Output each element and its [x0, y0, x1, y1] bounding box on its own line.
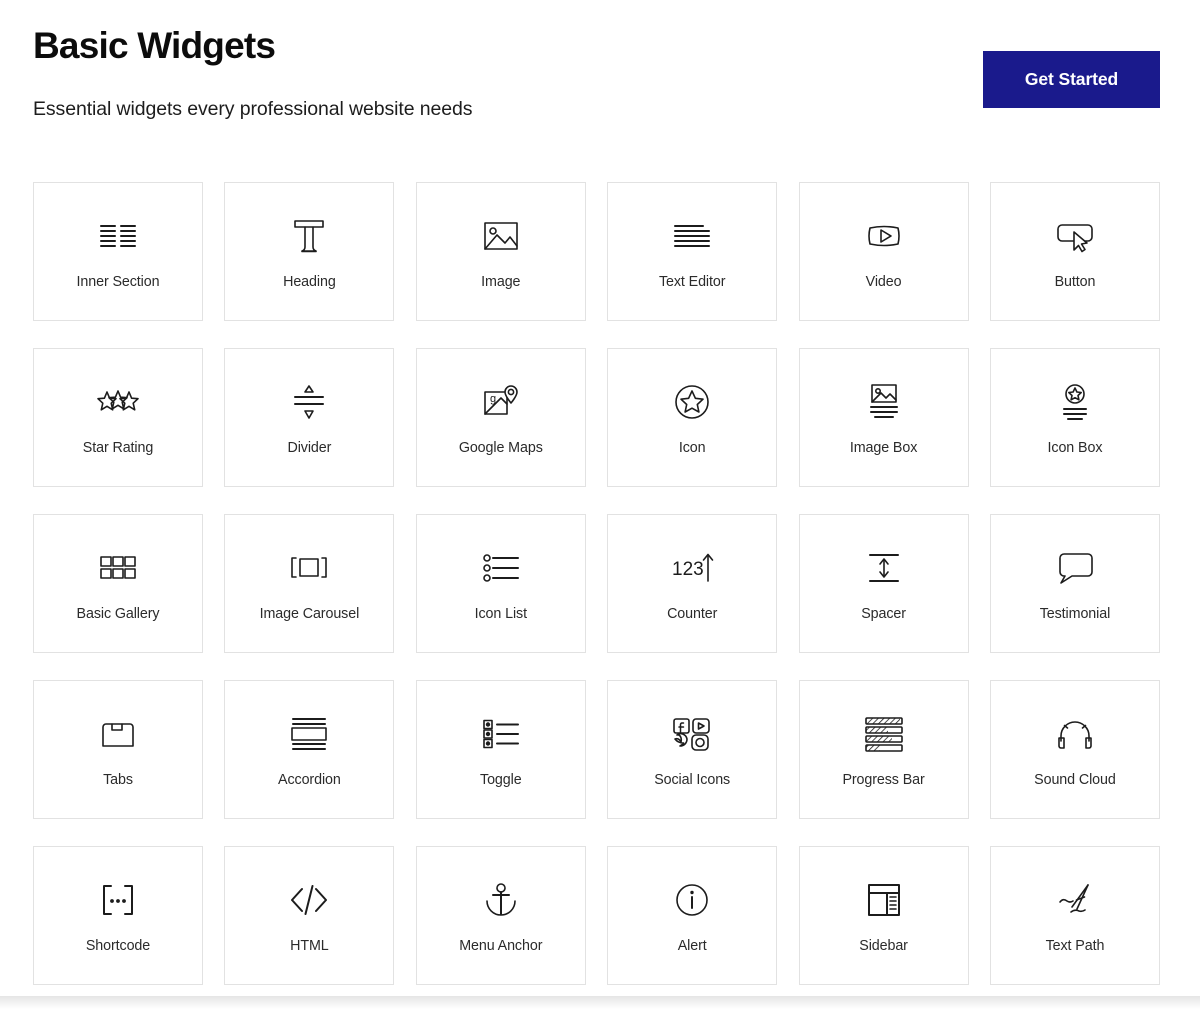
widget-card-sound-cloud[interactable]: Sound Cloud: [989, 680, 1160, 819]
accordion-icon: [288, 711, 330, 757]
widget-label: Shortcode: [85, 938, 151, 955]
widget-card-divider[interactable]: Divider: [224, 348, 395, 487]
widget-card-heading[interactable]: Heading: [224, 182, 395, 321]
tabs-folder-icon: [98, 711, 138, 757]
page-header: Basic Widgets Essential widgets every pr…: [0, 0, 1200, 160]
widget-card-google-maps[interactable]: g Google Maps: [415, 348, 586, 487]
widget-label: Icon Box: [1047, 440, 1103, 457]
widget-card-image-carousel[interactable]: Image Carousel: [224, 514, 395, 653]
widget-label: Alert: [677, 938, 707, 955]
widget-label: Counter: [667, 606, 718, 623]
bottom-shadow: [0, 996, 1200, 1020]
widget-label: Basic Gallery: [76, 606, 160, 623]
anchor-icon: [482, 877, 520, 923]
widget-card-menu-anchor[interactable]: Menu Anchor: [415, 846, 586, 985]
text-path-icon: [1055, 877, 1095, 923]
toggle-list-icon: [480, 711, 522, 757]
widget-label: Icon List: [474, 606, 527, 623]
widget-card-spacer[interactable]: Spacer: [798, 514, 969, 653]
widget-card-image-box[interactable]: Image Box: [798, 348, 969, 487]
widget-label: Image Box: [849, 440, 918, 457]
heading-t-icon: [291, 213, 327, 259]
widget-card-html[interactable]: HTML: [224, 846, 395, 985]
widget-label: Google Maps: [458, 440, 543, 457]
widget-label: HTML: [290, 938, 329, 955]
widget-label: Social Icons: [654, 772, 731, 789]
widget-card-icon[interactable]: Icon: [607, 348, 778, 487]
widget-label: Text Editor: [658, 274, 726, 291]
star-circle-icon: [673, 379, 711, 425]
widget-card-social-icons[interactable]: Social Icons: [607, 680, 778, 819]
widget-label: Spacer: [861, 606, 906, 623]
video-play-icon: [864, 213, 904, 259]
widget-label: Image: [481, 274, 521, 291]
shortcode-brackets-icon: [97, 877, 139, 923]
widget-label: Menu Anchor: [459, 938, 543, 955]
widget-label: Divider: [287, 440, 332, 457]
widget-card-tabs[interactable]: Tabs: [33, 680, 203, 819]
widget-label: Heading: [283, 274, 336, 291]
widget-label: Tabs: [103, 772, 133, 789]
widget-label: Accordion: [278, 772, 341, 789]
widgets-page: Basic Widgets Essential widgets every pr…: [0, 0, 1200, 1020]
code-slash-icon: [288, 877, 330, 923]
widget-card-shortcode[interactable]: Shortcode: [33, 846, 203, 985]
svg-text:123: 123: [672, 559, 704, 580]
widget-card-icon-list[interactable]: Icon List: [415, 514, 586, 653]
counter-123-icon: 123: [670, 545, 714, 591]
widget-card-alert[interactable]: Alert: [607, 846, 778, 985]
widget-label: Toggle: [480, 772, 522, 789]
widget-card-icon-box[interactable]: Icon Box: [989, 348, 1160, 487]
image-box-icon: [864, 379, 904, 425]
progress-bar-icon: [863, 711, 905, 757]
widget-label: Testimonial: [1039, 606, 1111, 623]
widget-card-star-rating[interactable]: Star Rating: [33, 348, 203, 487]
text-lines-icon: [671, 213, 713, 259]
image-picture-icon: [481, 213, 521, 259]
headphones-icon: [1055, 711, 1095, 757]
widget-card-accordion[interactable]: Accordion: [224, 680, 395, 819]
widget-card-text-path[interactable]: Text Path: [989, 846, 1160, 985]
widget-card-button[interactable]: Button: [989, 182, 1160, 321]
widget-card-counter[interactable]: 123 Counter: [607, 514, 778, 653]
widget-card-toggle[interactable]: Toggle: [415, 680, 586, 819]
widget-label: Star Rating: [82, 440, 154, 457]
widget-label: Button: [1054, 274, 1096, 291]
widget-card-testimonial[interactable]: Testimonial: [989, 514, 1160, 653]
carousel-icon: [287, 545, 331, 591]
widget-label: Progress Bar: [842, 772, 925, 789]
svg-text:g: g: [490, 393, 496, 405]
get-started-button[interactable]: Get Started: [983, 51, 1160, 108]
widget-card-inner-section[interactable]: Inner Section: [33, 182, 203, 321]
widget-card-sidebar[interactable]: Sidebar: [798, 846, 969, 985]
social-icons-icon: [671, 711, 713, 757]
grid-squares-icon: [98, 545, 138, 591]
sidebar-layout-icon: [865, 877, 903, 923]
widget-label: Image Carousel: [259, 606, 360, 623]
three-stars-icon: [96, 379, 140, 425]
spacer-arrows-icon: [864, 545, 904, 591]
widget-card-image[interactable]: Image: [415, 182, 586, 321]
map-pin-icon: g: [481, 379, 521, 425]
widget-card-text-editor[interactable]: Text Editor: [607, 182, 778, 321]
icon-list-icon: [480, 545, 522, 591]
icon-box-icon: [1055, 379, 1095, 425]
button-cursor-icon: [1054, 213, 1096, 259]
widget-grid: Inner Section Heading Image Text Editor …: [33, 182, 1160, 985]
widget-label: Inner Section: [76, 274, 160, 291]
inner-section-icon: [98, 213, 138, 259]
widget-label: Sidebar: [859, 938, 908, 955]
info-circle-icon: [673, 877, 711, 923]
divider-arrows-icon: [289, 379, 329, 425]
widget-card-basic-gallery[interactable]: Basic Gallery: [33, 514, 203, 653]
widget-label: Icon: [678, 440, 706, 457]
widget-label: Video: [865, 274, 902, 291]
widget-label: Text Path: [1045, 938, 1105, 955]
widget-label: Sound Cloud: [1034, 772, 1116, 789]
widget-card-video[interactable]: Video: [798, 182, 969, 321]
speech-bubble-icon: [1055, 545, 1095, 591]
widget-card-progress-bar[interactable]: Progress Bar: [798, 680, 969, 819]
